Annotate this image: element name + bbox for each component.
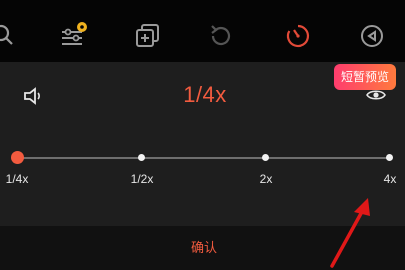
tick-label-2x: 2x (259, 172, 273, 186)
adjust-sliders-icon[interactable] (60, 22, 88, 50)
speed-slider-track[interactable] (17, 157, 390, 159)
top-toolbar (0, 0, 405, 62)
slider-stop-2x[interactable] (262, 154, 269, 161)
current-speed-label: 1/4x (183, 82, 227, 107)
copy-add-icon[interactable] (134, 22, 162, 50)
speed-slider-thumb[interactable] (11, 151, 24, 164)
preview-badge[interactable]: 短暂预览 (334, 64, 396, 90)
tick-label-4x: 4x (383, 172, 397, 186)
red-arrow-annotation (320, 190, 380, 270)
back-circle-icon[interactable] (358, 22, 386, 50)
tick-label-1-4x: 1/4x (5, 172, 29, 186)
tick-label-1-2x: 1/2x (130, 172, 154, 186)
search-icon[interactable] (0, 22, 18, 50)
confirm-button[interactable]: 确认 (170, 236, 238, 260)
volume-icon[interactable] (22, 86, 46, 106)
slider-stop-1-2x[interactable] (138, 154, 145, 161)
slider-stop-4x[interactable] (386, 154, 393, 161)
eye-icon[interactable] (366, 88, 386, 102)
rotate-icon[interactable] (207, 22, 235, 50)
speed-timer-icon[interactable] (284, 22, 312, 50)
